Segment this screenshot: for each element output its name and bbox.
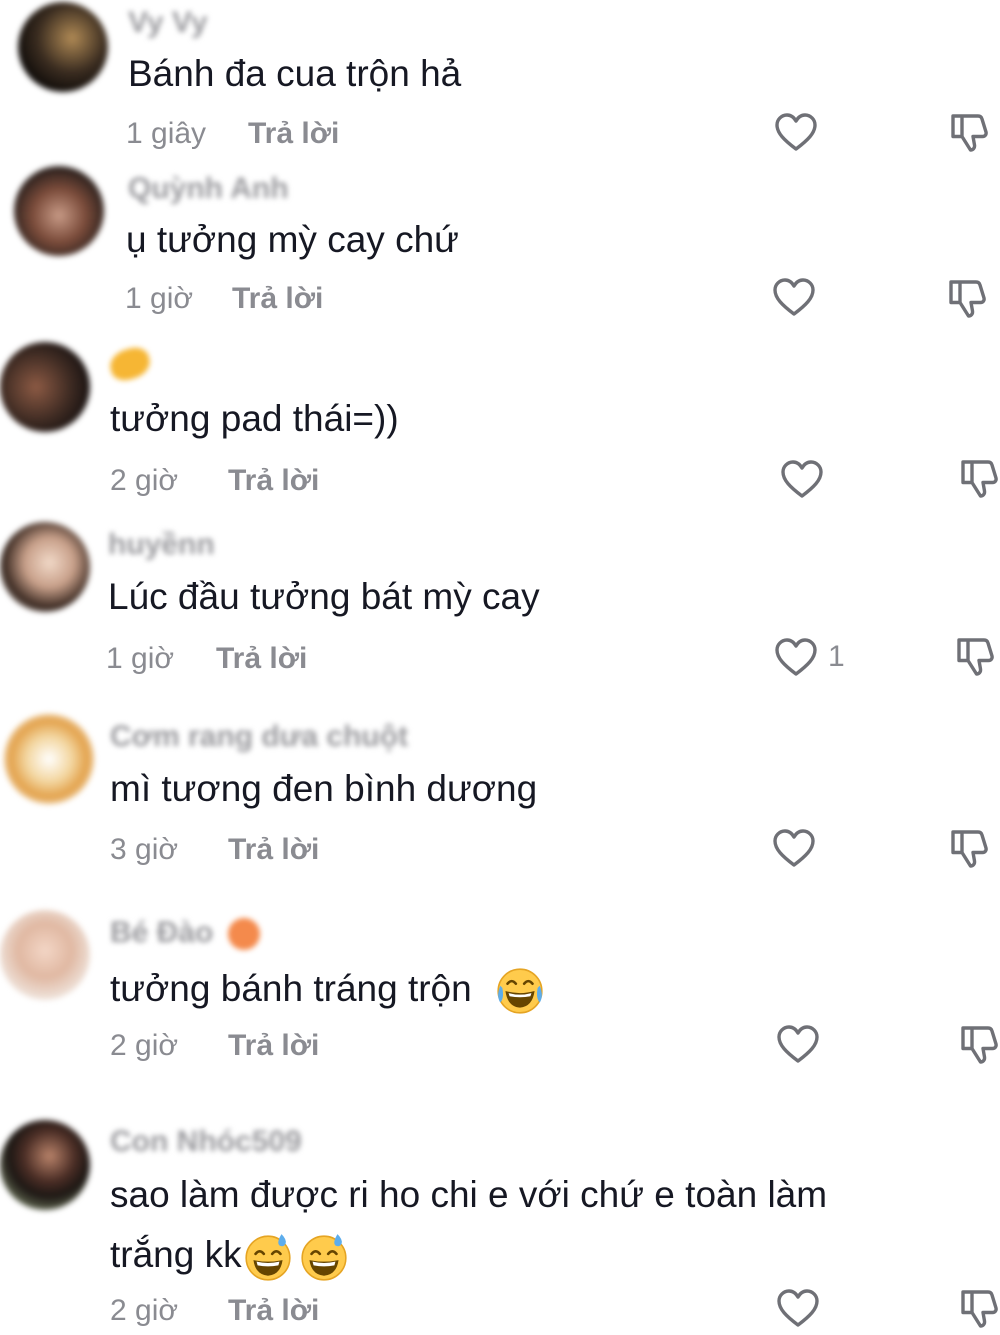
sweat-smile-emoji-icon — [242, 1231, 294, 1283]
comment-timestamp: 1 giờ — [106, 642, 175, 675]
comment-text-content: tưởng bánh tráng trộn — [110, 968, 472, 1009]
thumbs-down-icon — [948, 110, 992, 154]
comment-text-content: trắng kk — [110, 1234, 242, 1275]
comment-username[interactable]: Con Nhóc509 — [110, 1125, 302, 1159]
peach-emoji-icon — [227, 918, 260, 951]
thumbs-down-icon — [948, 826, 992, 870]
comment-text: mì tương đen bình dương — [110, 768, 538, 809]
comment-username[interactable]: Vy Vy — [128, 6, 208, 40]
comment-text: Lúc đầu tưởng bát mỳ cay — [108, 576, 540, 617]
thumbs-down-icon — [958, 1286, 1000, 1330]
dislike-button[interactable] — [958, 456, 1000, 505]
like-button[interactable] — [772, 277, 816, 317]
comment-username-badge[interactable] — [106, 344, 154, 384]
comment-timestamp: 3 giờ — [110, 833, 179, 866]
laughing-emoji-icon — [494, 965, 546, 1017]
user-badge-icon — [106, 344, 154, 384]
thumbs-down-icon — [954, 634, 998, 678]
reply-button[interactable]: Trả lời — [216, 642, 307, 676]
username-text: Bé Đào — [110, 916, 214, 949]
avatar[interactable] — [18, 2, 108, 92]
like-button[interactable]: 1 — [774, 637, 845, 677]
comment-text: tưởng bánh tráng trộn — [110, 960, 546, 1018]
reply-button[interactable]: Trả lời — [228, 833, 319, 867]
like-button[interactable] — [774, 112, 818, 152]
comment-username[interactable]: huyềnn — [108, 528, 215, 562]
avatar[interactable] — [0, 342, 90, 432]
heart-icon — [774, 112, 818, 152]
like-button[interactable] — [776, 1024, 820, 1064]
comment-text: sao làm được ri ho chi e với chứ e toàn … — [110, 1174, 828, 1215]
comment-username[interactable]: Cơm rang dưa chuột — [110, 720, 408, 754]
dislike-button[interactable] — [958, 1286, 1000, 1335]
thumbs-down-icon — [958, 1022, 1000, 1066]
avatar[interactable] — [0, 1120, 90, 1210]
heart-icon — [776, 1024, 820, 1064]
thumbs-down-icon — [958, 456, 1000, 500]
heart-icon — [774, 637, 818, 677]
comment-timestamp: 2 giờ — [110, 464, 179, 497]
comment-text: tưởng pad thái=)) — [110, 398, 399, 439]
like-button[interactable] — [772, 828, 816, 868]
reply-button[interactable]: Trả lời — [228, 464, 319, 498]
heart-icon — [772, 277, 816, 317]
dislike-button[interactable] — [946, 276, 990, 325]
reply-button[interactable]: Trả lời — [232, 282, 323, 316]
like-button[interactable] — [776, 1288, 820, 1328]
comment-username[interactable]: Bé Đào — [110, 916, 260, 951]
comment-text-line2: trắng kk — [110, 1226, 350, 1284]
heart-icon — [776, 1288, 820, 1328]
avatar[interactable] — [4, 714, 94, 804]
avatar[interactable] — [0, 910, 90, 1000]
comment-timestamp: 1 giờ — [125, 282, 194, 315]
reply-button[interactable]: Trả lời — [248, 117, 339, 151]
heart-icon — [780, 459, 824, 499]
dislike-button[interactable] — [948, 826, 992, 875]
thumbs-down-icon — [946, 276, 990, 320]
comment-text: ụ tưởng mỳ cay chứ — [126, 219, 459, 260]
heart-icon — [772, 828, 816, 868]
dislike-button[interactable] — [948, 110, 992, 159]
avatar[interactable] — [14, 166, 104, 256]
dislike-button[interactable] — [958, 1022, 1000, 1071]
comment-timestamp: 2 giờ — [110, 1294, 179, 1327]
like-button[interactable] — [780, 459, 824, 499]
sweat-smile-emoji-icon — [298, 1231, 350, 1283]
avatar[interactable] — [0, 522, 90, 612]
reply-button[interactable]: Trả lời — [228, 1029, 319, 1063]
comment-timestamp: 1 giây — [126, 117, 207, 150]
dislike-button[interactable] — [954, 634, 998, 683]
comment-text: Bánh đa cua trộn hả — [128, 53, 462, 94]
reply-button[interactable]: Trả lời — [228, 1294, 319, 1328]
comment-timestamp: 2 giờ — [110, 1029, 179, 1062]
like-count: 1 — [828, 640, 845, 673]
comment-username[interactable]: Quỳnh Anh — [128, 172, 289, 206]
